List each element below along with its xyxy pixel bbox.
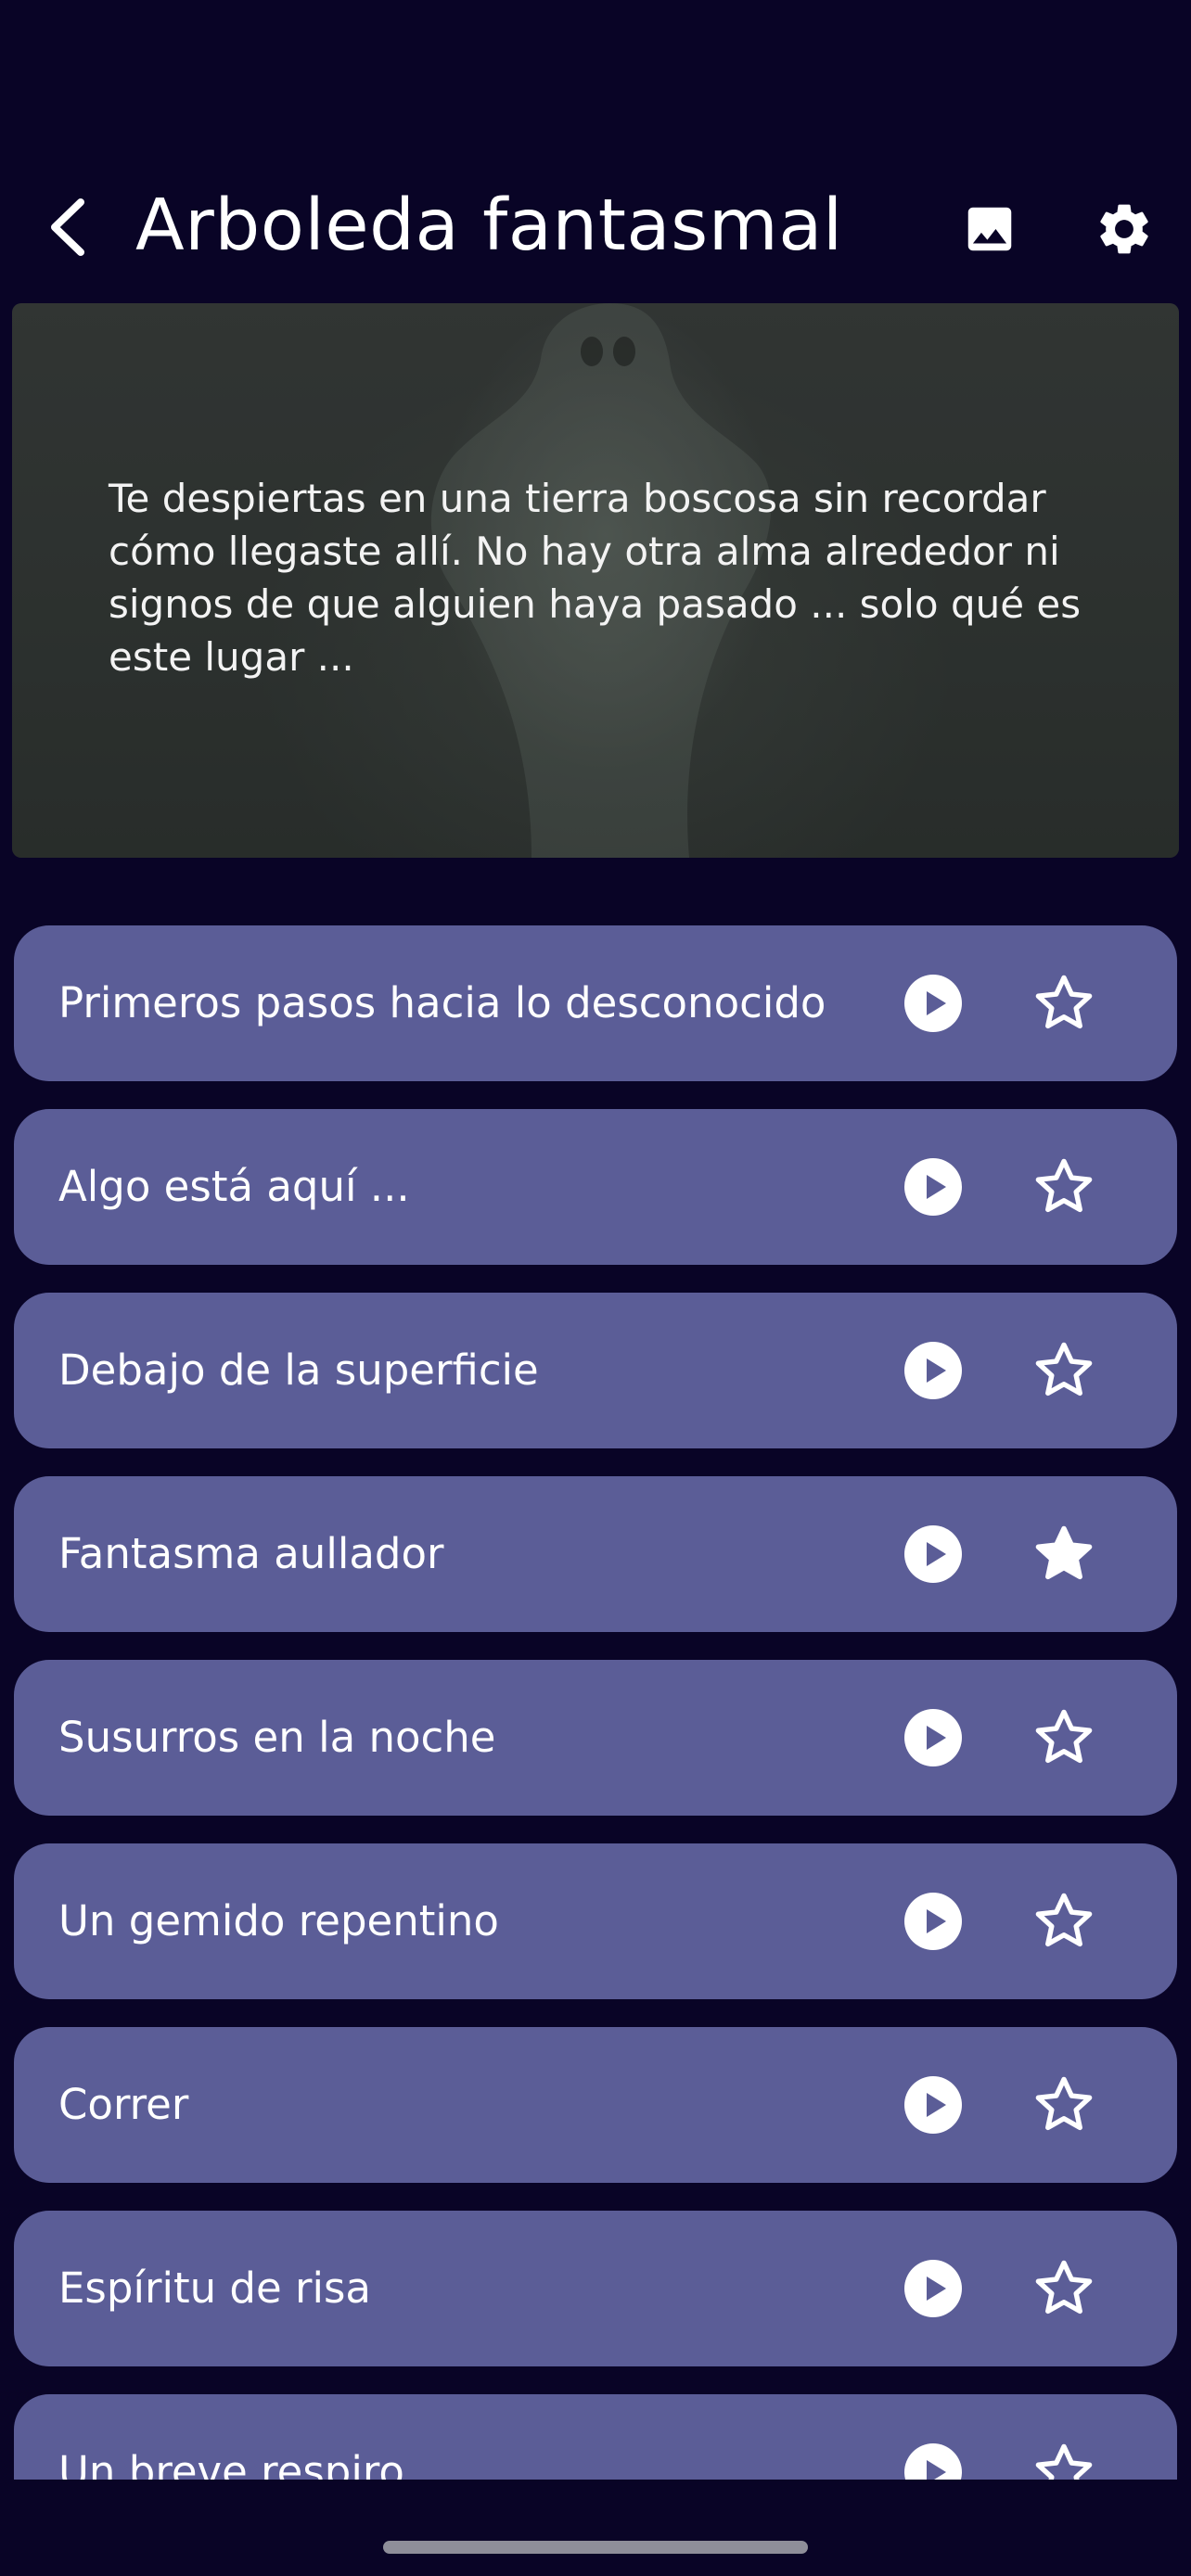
favorite-button[interactable] <box>1030 969 1098 1038</box>
star-outline-icon <box>1035 2443 1093 2480</box>
chapter-title: Espíritu de risa <box>58 2264 371 2313</box>
chevron-left-icon <box>51 198 84 256</box>
chapter-title: Un breve respiro <box>58 2447 404 2480</box>
play-button[interactable] <box>903 973 964 1034</box>
play-button[interactable] <box>903 1524 964 1585</box>
play-circle-icon <box>904 975 962 1032</box>
chapter-title: Correr <box>58 2080 189 2129</box>
play-button[interactable] <box>903 1340 964 1401</box>
star-outline-icon <box>1035 1709 1093 1764</box>
page-title: Arboleda fantasmal <box>135 185 843 267</box>
play-circle-icon <box>904 1893 962 1950</box>
back-button[interactable] <box>35 193 100 261</box>
star-outline-icon <box>1035 2076 1093 2131</box>
image-button[interactable] <box>955 195 1024 263</box>
star-outline-icon <box>1035 1158 1093 1213</box>
chapter-item[interactable]: Correr <box>14 2027 1177 2183</box>
favorite-button[interactable] <box>1030 1703 1098 1772</box>
chapter-title: Debajo de la superficie <box>58 1345 539 1395</box>
story-description: Te despiertas en una tierra boscosa sin … <box>109 476 1082 680</box>
chapter-item[interactable]: Debajo de la superficie <box>14 1293 1177 1448</box>
play-button[interactable] <box>903 1156 964 1218</box>
play-button[interactable] <box>903 2074 964 2136</box>
star-outline-icon <box>1035 975 1093 1029</box>
chapter-title: Un gemido repentino <box>58 1896 499 1945</box>
chapter-title: Susurros en la noche <box>58 1713 496 1762</box>
chapter-title: Primeros pasos hacia lo desconocido <box>58 978 826 1027</box>
app-bar: Arboleda fantasmal <box>0 167 1191 287</box>
star-outline-icon <box>1035 1893 1093 1947</box>
chapter-item[interactable]: Algo está aquí ... <box>14 1109 1177 1265</box>
play-button[interactable] <box>903 2442 964 2480</box>
hero-banner: Te despiertas en una tierra boscosa sin … <box>12 303 1179 858</box>
chapter-title: Fantasma aullador <box>58 1529 444 1578</box>
play-circle-icon <box>904 1709 962 1766</box>
favorite-button[interactable] <box>1030 2071 1098 2139</box>
star-filled-icon <box>1035 1525 1093 1580</box>
chapter-title: Algo está aquí ... <box>58 1162 410 1211</box>
play-button[interactable] <box>903 2258 964 2319</box>
favorite-button[interactable] <box>1030 2438 1098 2480</box>
chapter-item[interactable]: Un breve respiro <box>14 2394 1177 2480</box>
play-circle-icon <box>904 1158 962 1216</box>
chapter-item[interactable]: Espíritu de risa <box>14 2211 1177 2366</box>
play-circle-icon <box>904 1525 962 1583</box>
favorite-button[interactable] <box>1030 1887 1098 1956</box>
favorite-button[interactable] <box>1030 1520 1098 1588</box>
favorite-button[interactable] <box>1030 1153 1098 1221</box>
favorite-button[interactable] <box>1030 1336 1098 1405</box>
home-indicator[interactable] <box>383 2541 808 2554</box>
favorite-button[interactable] <box>1030 2254 1098 2323</box>
settings-button[interactable] <box>1087 195 1161 263</box>
play-button[interactable] <box>903 1707 964 1768</box>
play-circle-icon <box>904 2260 962 2317</box>
play-circle-icon <box>904 2443 962 2480</box>
chapter-item[interactable]: Fantasma aullador <box>14 1476 1177 1632</box>
gear-icon <box>1100 204 1148 254</box>
play-circle-icon <box>904 1342 962 1399</box>
star-outline-icon <box>1035 2260 1093 2315</box>
chapter-item[interactable]: Primeros pasos hacia lo desconocido <box>14 925 1177 1081</box>
play-button[interactable] <box>903 1891 964 1952</box>
chapter-item[interactable]: Un gemido repentino <box>14 1843 1177 1999</box>
image-icon <box>967 207 1012 251</box>
play-circle-icon <box>904 2076 962 2134</box>
chapter-list[interactable]: Primeros pasos hacia lo desconocido Algo … <box>14 925 1177 2480</box>
star-outline-icon <box>1035 1342 1093 1396</box>
chapter-item[interactable]: Susurros en la noche <box>14 1660 1177 1816</box>
